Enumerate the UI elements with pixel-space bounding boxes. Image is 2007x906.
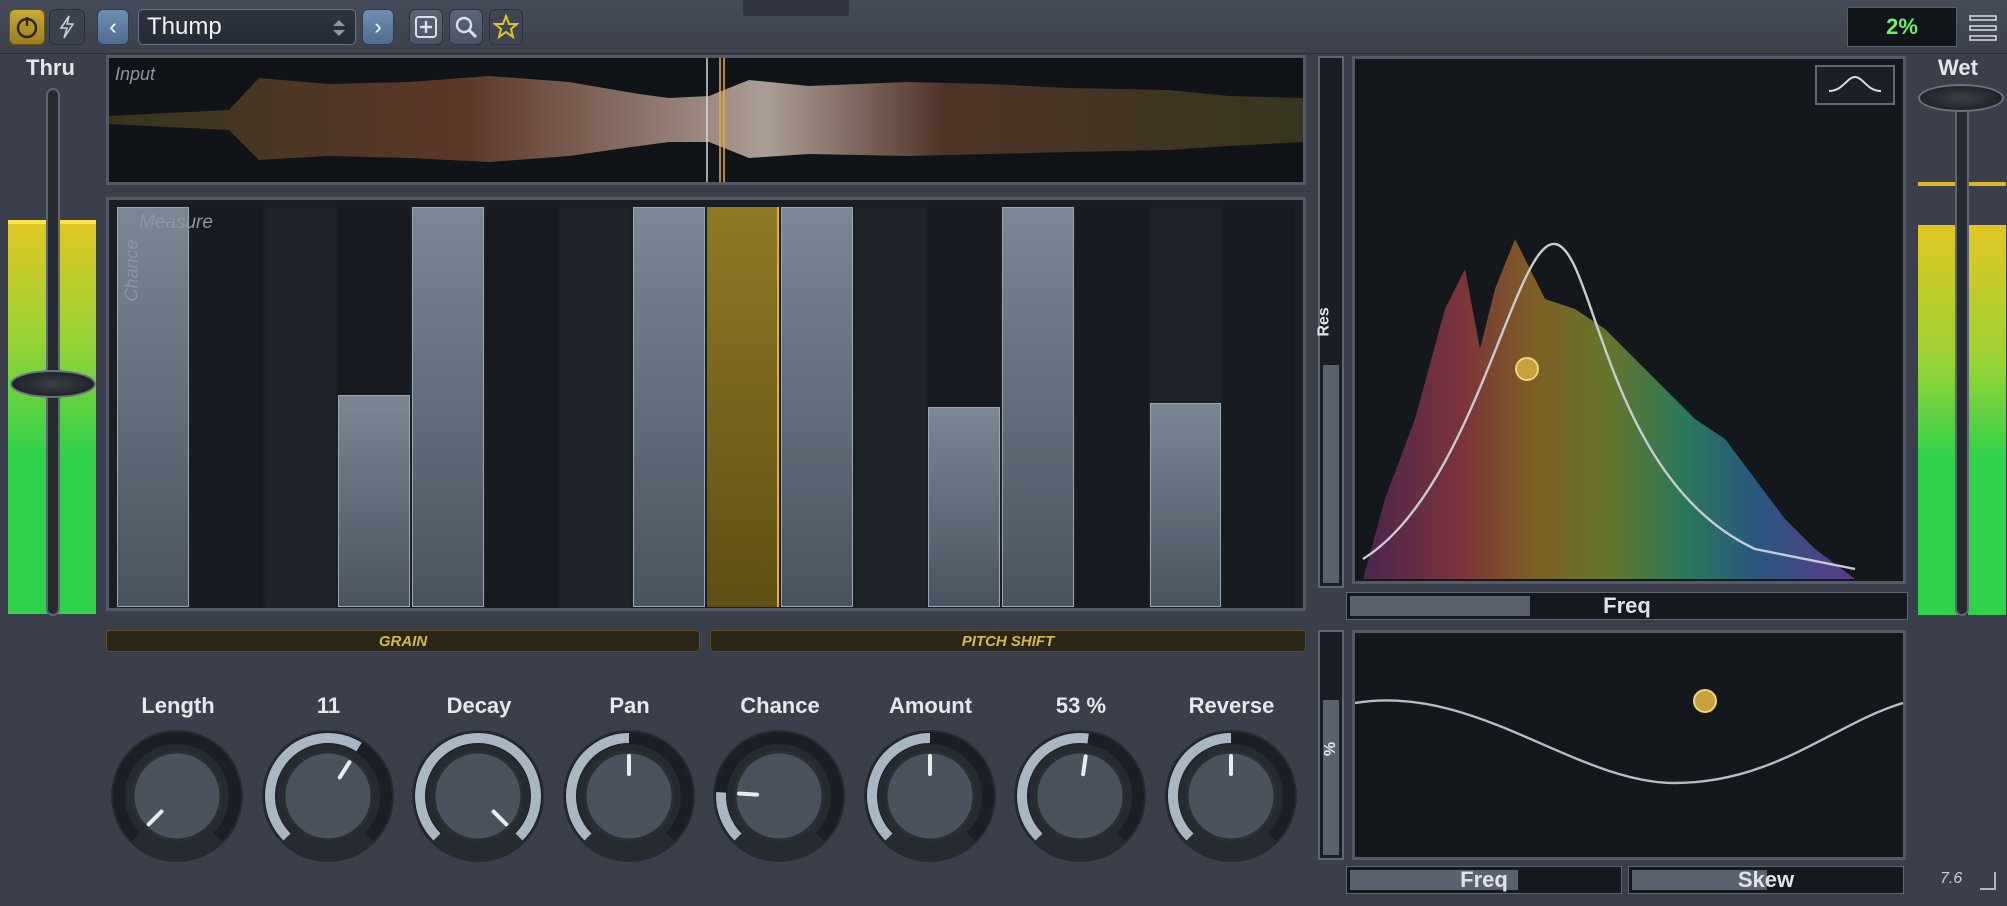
lfo-skew-label: Skew — [1737, 867, 1795, 892]
measure-step-14[interactable] — [1075, 207, 1148, 607]
knob-length[interactable] — [108, 727, 246, 865]
wet-fader-handle[interactable] — [1918, 84, 2004, 112]
wet-fader-track[interactable] — [1955, 88, 1969, 616]
measure-step-7[interactable] — [559, 207, 632, 607]
bandpass-icon — [1828, 75, 1882, 92]
search-icon — [455, 16, 478, 39]
bypass-button[interactable] — [49, 9, 85, 45]
knob-label: 53 % — [1055, 693, 1107, 718]
filter-shape-button[interactable] — [1815, 65, 1895, 105]
measure-step-10[interactable] — [780, 207, 853, 607]
measure-step-3[interactable] — [264, 207, 337, 607]
add-icon — [415, 16, 437, 38]
knob-reverse[interactable] — [1162, 727, 1300, 865]
lfo-freq-label: Freq — [1460, 867, 1508, 892]
version-label: 7.6 — [1940, 870, 1963, 887]
res-slider[interactable]: Res — [1315, 56, 1344, 588]
measure-step-12[interactable] — [928, 207, 1000, 607]
measure-step-4[interactable] — [338, 207, 410, 607]
preset-name: Thump — [147, 13, 222, 40]
preset-selector[interactable]: Thump — [138, 9, 356, 45]
lfo-curve-graphic — [1355, 689, 1903, 785]
lfo-skew-slider[interactable]: Skew — [1628, 866, 1904, 894]
measure-step-13[interactable] — [1002, 207, 1074, 607]
measure-step-bar — [633, 207, 705, 607]
knob-label: Amount — [888, 693, 973, 718]
wet-label: Wet — [1938, 55, 1978, 80]
title-tab — [743, 0, 849, 16]
power-icon — [16, 17, 38, 39]
menu-button[interactable] — [1968, 12, 1998, 44]
measure-step-6[interactable] — [485, 207, 558, 607]
knob-decay[interactable] — [409, 727, 547, 865]
measure-step-15[interactable] — [1149, 207, 1222, 607]
knob-label: 11 — [316, 693, 341, 718]
knob-53[interactable] — [1011, 727, 1149, 865]
lightning-icon — [59, 15, 75, 39]
knob-label: Reverse — [1188, 693, 1275, 718]
measure-label: Measure — [139, 212, 213, 233]
measure-step-bar — [412, 207, 484, 607]
filter-freq-fill — [1350, 596, 1530, 616]
spectrum-graphic — [1362, 239, 1856, 579]
knob-label: Decay — [446, 693, 512, 718]
thru-label: Thru — [26, 55, 75, 80]
filter-display[interactable] — [1352, 56, 1906, 584]
pitch-shift-section-label: PITCH SHIFT — [710, 630, 1306, 652]
search-button[interactable] — [449, 9, 483, 45]
knob-label: Chance — [740, 693, 820, 718]
lfo-depth-fill — [1323, 700, 1339, 855]
knob-chance[interactable] — [710, 727, 848, 865]
res-label: Res — [1315, 307, 1333, 337]
thru-fader-track[interactable] — [46, 88, 60, 616]
lfo-freq-slider[interactable]: Freq — [1346, 866, 1622, 894]
hamburger-menu-icon — [1969, 15, 1997, 41]
measure-step-2[interactable] — [190, 207, 263, 607]
measure-step-bar — [928, 407, 1000, 607]
grain-section-label: GRAIN — [106, 630, 700, 652]
res-fill — [1323, 365, 1339, 583]
measure-step-16[interactable] — [1223, 207, 1295, 607]
measure-step-bar — [780, 207, 853, 607]
favorite-button[interactable] — [489, 9, 523, 45]
next-preset-button[interactable]: › — [362, 9, 394, 45]
measure-grid[interactable]: Measure Chance — [106, 197, 1306, 611]
measure-step-bar — [338, 395, 410, 607]
measure-step-8[interactable] — [633, 207, 705, 607]
measure-step-bar — [1149, 403, 1222, 607]
thru-fader-handle[interactable] — [10, 370, 96, 398]
input-waveform[interactable]: Input — [106, 55, 1306, 185]
lfo-depth-slider[interactable]: % — [1318, 630, 1344, 860]
filter-freq-label: Freq — [1603, 593, 1651, 618]
chance-label: Chance — [121, 239, 142, 302]
previous-preset-button[interactable]: ‹ — [97, 9, 129, 45]
knob-label: Pan — [609, 693, 650, 718]
measure-step-11[interactable] — [854, 207, 927, 607]
toolbar: ‹ Thump › 2% — [0, 0, 2007, 54]
knob-11[interactable] — [259, 727, 397, 865]
resize-handle[interactable] — [1980, 872, 1996, 890]
lfo-display[interactable] — [1352, 630, 1906, 860]
measure-step-5[interactable] — [412, 207, 484, 607]
measure-step-9[interactable] — [707, 207, 779, 607]
measure-step-bar — [1002, 207, 1074, 607]
knob-amount[interactable] — [861, 727, 999, 865]
chevron-updown-icon — [333, 20, 345, 36]
star-icon — [493, 14, 519, 40]
knob-pan[interactable] — [560, 727, 698, 865]
filter-freq-slider[interactable]: Freq — [1346, 592, 1908, 620]
knob-label: Length — [141, 693, 215, 718]
waveform-graphic — [109, 58, 1303, 182]
mix-readout[interactable]: 2% — [1847, 7, 1957, 47]
add-preset-button[interactable] — [409, 9, 443, 45]
percent-label: % — [1322, 741, 1340, 757]
power-button[interactable] — [9, 9, 45, 45]
